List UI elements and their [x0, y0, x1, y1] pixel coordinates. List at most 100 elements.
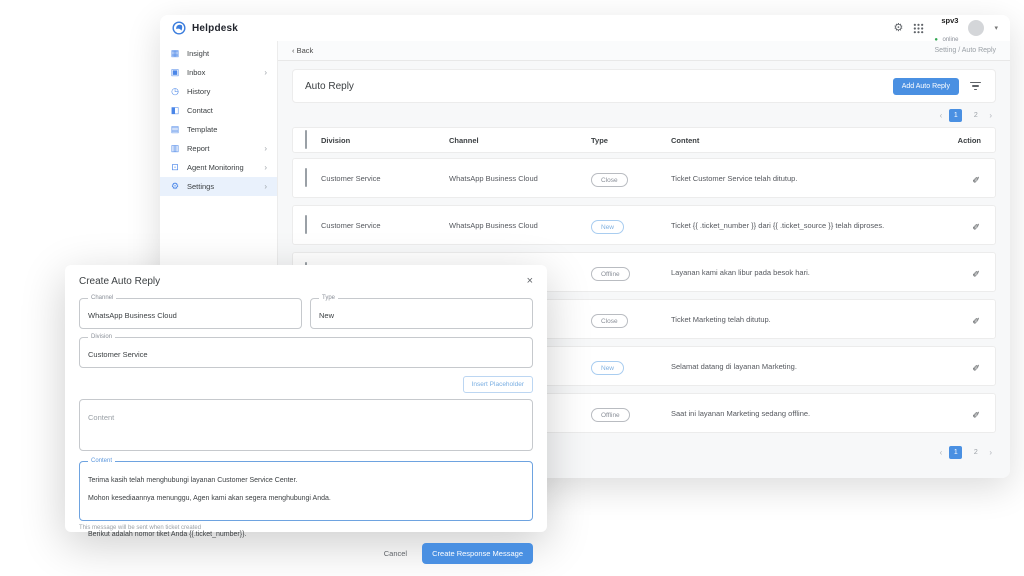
report-icon: ▥	[170, 144, 180, 153]
cell-content: Ticket Customer Service telah ditutup.	[671, 174, 949, 183]
page-header: Auto Reply Add Auto Reply	[292, 69, 996, 103]
table-header: Division Channel Type Content Action	[292, 127, 996, 153]
sidebar-item-label: Contact	[187, 106, 267, 115]
chevron-down-icon[interactable]: ▾	[994, 24, 998, 32]
edit-pencil-icon[interactable]: ✎	[972, 364, 983, 372]
page-next-button[interactable]: ›	[989, 448, 992, 457]
type-badge: Offline	[591, 408, 630, 422]
chevron-right-icon: ›	[264, 182, 267, 191]
cell-division: Customer Service	[321, 221, 449, 230]
type-badge: New	[591, 361, 624, 375]
modal-title: Create Auto Reply	[79, 276, 160, 287]
column-header-type: Type	[591, 136, 671, 145]
column-header-action: Action	[949, 136, 995, 145]
content-textarea-filled[interactable]: Content Terima kasih telah menghubungi l…	[79, 461, 533, 521]
type-field[interactable]: Type New	[310, 298, 533, 329]
create-auto-reply-modal: Create Auto Reply × Channel WhatsApp Bus…	[65, 265, 547, 532]
page-next-button[interactable]: ›	[989, 111, 992, 120]
agent-monitoring-icon: ⊡	[170, 163, 180, 172]
inbox-icon: ▣	[170, 68, 180, 77]
sidebar-item-settings[interactable]: ⚙ Settings ›	[160, 177, 277, 196]
cell-content: Ticket Marketing telah ditutup.	[671, 315, 949, 324]
template-icon: ▤	[170, 125, 180, 134]
select-all-checkbox[interactable]	[305, 130, 307, 149]
page-2-button[interactable]: 2	[969, 109, 982, 122]
sidebar-item-history[interactable]: ◷ History	[160, 82, 277, 101]
sidebar-item-label: Template	[187, 125, 267, 134]
column-header-channel: Channel	[449, 136, 591, 145]
division-field-value: Customer Service	[88, 350, 148, 359]
back-button[interactable]: ‹ Back	[292, 46, 313, 55]
edit-pencil-icon[interactable]: ✎	[972, 270, 983, 278]
content-textarea-empty[interactable]: Content	[79, 399, 533, 451]
sidebar-item-inbox[interactable]: ▣ Inbox ›	[160, 63, 277, 82]
edit-pencil-icon[interactable]: ✎	[972, 411, 983, 419]
table-row: Customer Service WhatsApp Business Cloud…	[292, 205, 996, 245]
content-placeholder: Content	[88, 413, 114, 422]
page-1-button[interactable]: 1	[949, 446, 962, 459]
channel-field-label: Channel	[88, 295, 116, 301]
page-prev-button[interactable]: ‹	[940, 448, 943, 457]
edit-pencil-icon[interactable]: ✎	[972, 223, 983, 231]
helpdesk-logo-icon	[172, 21, 186, 35]
cell-channel: WhatsApp Business Cloud	[449, 221, 591, 230]
sidebar-item-template[interactable]: ▤ Template	[160, 120, 277, 139]
sidebar-item-label: Inbox	[187, 68, 257, 77]
cell-content: Saat ini layanan Marketing sedang offlin…	[671, 409, 949, 418]
cell-division: Customer Service	[321, 174, 449, 183]
avatar[interactable]	[968, 20, 984, 36]
user-name: spv3	[941, 16, 958, 25]
page-2-button[interactable]: 2	[969, 446, 982, 459]
column-header-content: Content	[671, 136, 949, 145]
pagination-top: ‹ 1 2 ›	[292, 103, 996, 127]
content-field-label: Content	[88, 458, 115, 464]
type-badge: Close	[591, 173, 628, 187]
cancel-button[interactable]: Cancel	[384, 549, 407, 558]
row-checkbox[interactable]	[305, 168, 307, 187]
type-field-label: Type	[319, 295, 338, 301]
cell-content: Layanan kami akan libur pada besok hari.	[671, 268, 949, 277]
sidebar-item-agent-monitoring[interactable]: ⊡ Agent Monitoring ›	[160, 158, 277, 177]
table-row: Customer Service WhatsApp Business Cloud…	[292, 158, 996, 198]
brand: Helpdesk	[172, 21, 238, 35]
sidebar-item-label: Report	[187, 144, 257, 153]
cell-content: Ticket {{ .ticket_number }} dari {{ .tic…	[671, 221, 949, 230]
back-label: Back	[297, 46, 314, 55]
create-response-message-button[interactable]: Create Response Message	[422, 543, 533, 564]
add-auto-reply-button[interactable]: Add Auto Reply	[893, 78, 959, 95]
insight-icon: ▦	[170, 49, 180, 58]
back-arrow-icon: ‹	[292, 46, 295, 55]
channel-field-value: WhatsApp Business Cloud	[88, 311, 177, 320]
division-field-label: Division	[88, 334, 115, 340]
edit-pencil-icon[interactable]: ✎	[972, 317, 983, 325]
type-badge: Offline	[591, 267, 630, 281]
page-title: Auto Reply	[305, 81, 354, 92]
chevron-right-icon: ›	[264, 68, 267, 77]
type-badge: New	[591, 220, 624, 234]
sidebar-item-contact[interactable]: ◧ Contact	[160, 101, 277, 120]
breadcrumb: Setting / Auto Reply	[935, 47, 996, 54]
row-checkbox[interactable]	[305, 215, 307, 234]
filter-icon[interactable]	[968, 80, 983, 93]
edit-pencil-icon[interactable]: ✎	[972, 176, 983, 184]
page-1-button[interactable]: 1	[949, 109, 962, 122]
settings-gear-icon: ⚙	[170, 182, 180, 191]
sidebar-item-insight[interactable]: ▦ Insight	[160, 44, 277, 63]
insert-placeholder-button[interactable]: Insert Placeholder	[463, 376, 533, 393]
chevron-right-icon: ›	[264, 163, 267, 172]
page-prev-button[interactable]: ‹	[940, 111, 943, 120]
sidebar-item-report[interactable]: ▥ Report ›	[160, 139, 277, 158]
close-icon[interactable]: ×	[527, 276, 533, 287]
type-badge: Close	[591, 314, 628, 328]
sidebar-item-label: Agent Monitoring	[187, 163, 257, 172]
apps-grid-icon[interactable]	[913, 23, 924, 34]
gear-icon[interactable]: ⚙	[894, 23, 904, 34]
chevron-right-icon: ›	[264, 144, 267, 153]
sidebar-item-label: Insight	[187, 49, 267, 58]
sidebar-item-label: History	[187, 87, 267, 96]
app-title: Helpdesk	[192, 23, 238, 34]
history-icon: ◷	[170, 87, 180, 96]
division-field[interactable]: Division Customer Service	[79, 337, 533, 368]
channel-field[interactable]: Channel WhatsApp Business Cloud	[79, 298, 302, 329]
contact-icon: ◧	[170, 106, 180, 115]
